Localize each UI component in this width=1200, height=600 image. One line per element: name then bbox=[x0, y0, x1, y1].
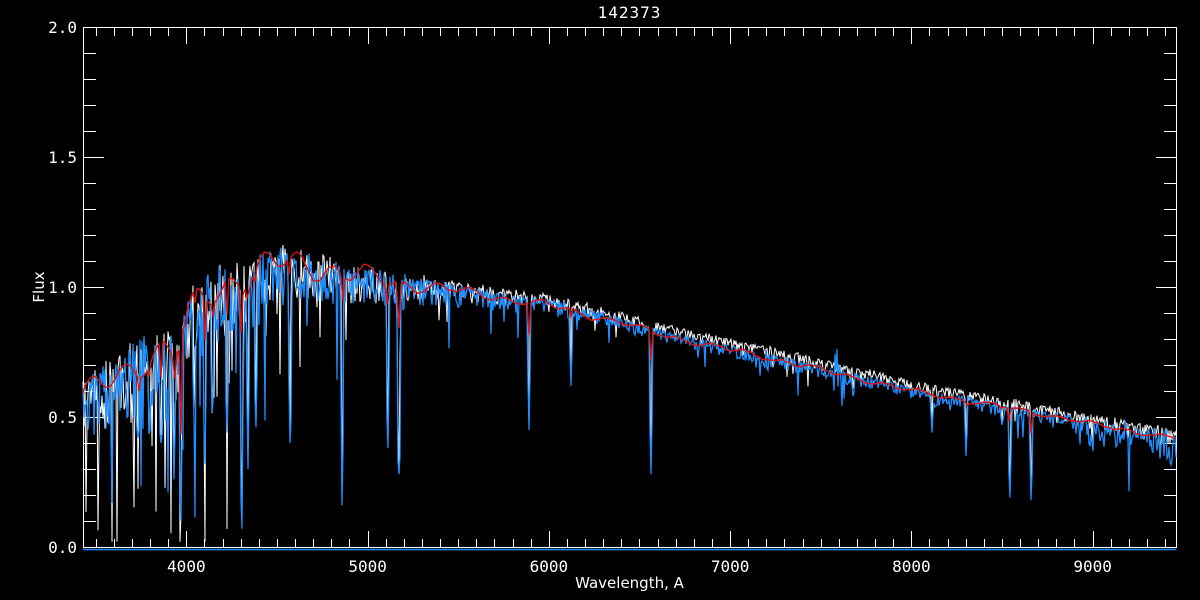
axis-box bbox=[83, 27, 1177, 548]
series-observed-spectrum bbox=[82, 247, 1177, 529]
y-tick-labels: 0.0 0.5 1.0 1.5 2.0 bbox=[48, 18, 77, 557]
svg-text:2.0: 2.0 bbox=[48, 18, 77, 37]
major-ticks bbox=[84, 27, 1176, 548]
minor-ticks bbox=[84, 28, 1176, 547]
svg-text:0.0: 0.0 bbox=[48, 538, 77, 557]
svg-text:1.0: 1.0 bbox=[48, 278, 77, 297]
plot-window: 4000 5000 6000 7000 8000 9000 0.0 0.5 1.0 1.5 2.0 … bbox=[0, 0, 1200, 600]
spectrum-chart: 4000 5000 6000 7000 8000 90000.00.51.01.52.0 bbox=[48, 18, 1177, 576]
chart-title: 142373 bbox=[597, 3, 662, 22]
svg-text:0.5: 0.5 bbox=[48, 408, 77, 427]
x-axis-label: Wavelength, A bbox=[575, 574, 684, 592]
y-axis-label: Flux bbox=[30, 271, 48, 303]
svg-text:1.5: 1.5 bbox=[48, 148, 77, 167]
